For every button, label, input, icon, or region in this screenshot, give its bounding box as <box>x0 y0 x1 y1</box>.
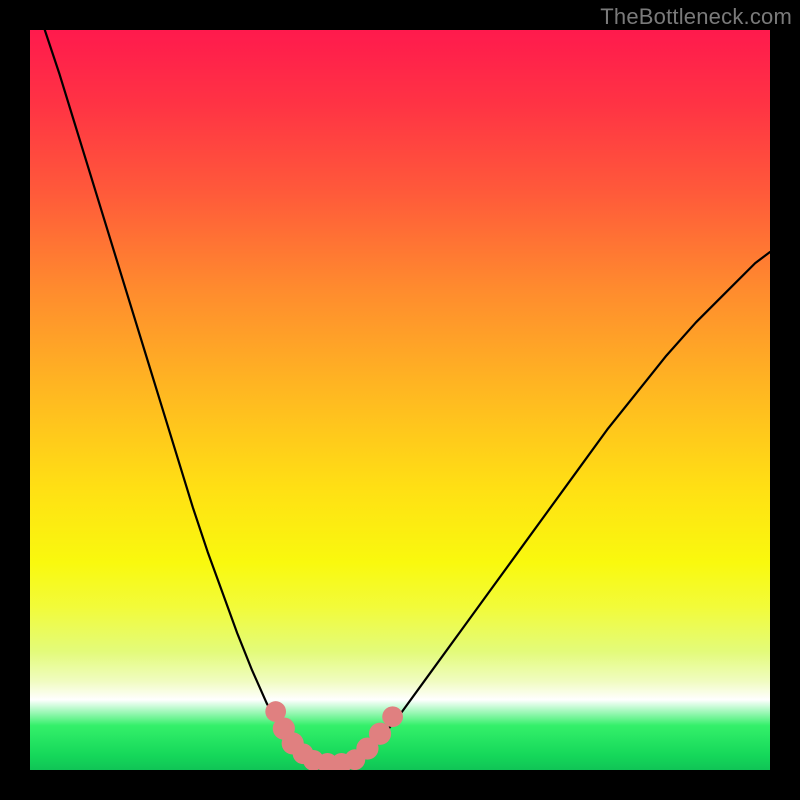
curve-right-curve <box>348 252 770 763</box>
curve-left-curve <box>45 30 319 763</box>
plot-area <box>30 30 770 770</box>
watermark-label: TheBottleneck.com <box>600 4 792 30</box>
marker-right-b <box>369 723 391 745</box>
marker-right-top <box>382 706 403 727</box>
curve-layer <box>30 30 770 770</box>
chart-frame: TheBottleneck.com <box>0 0 800 800</box>
